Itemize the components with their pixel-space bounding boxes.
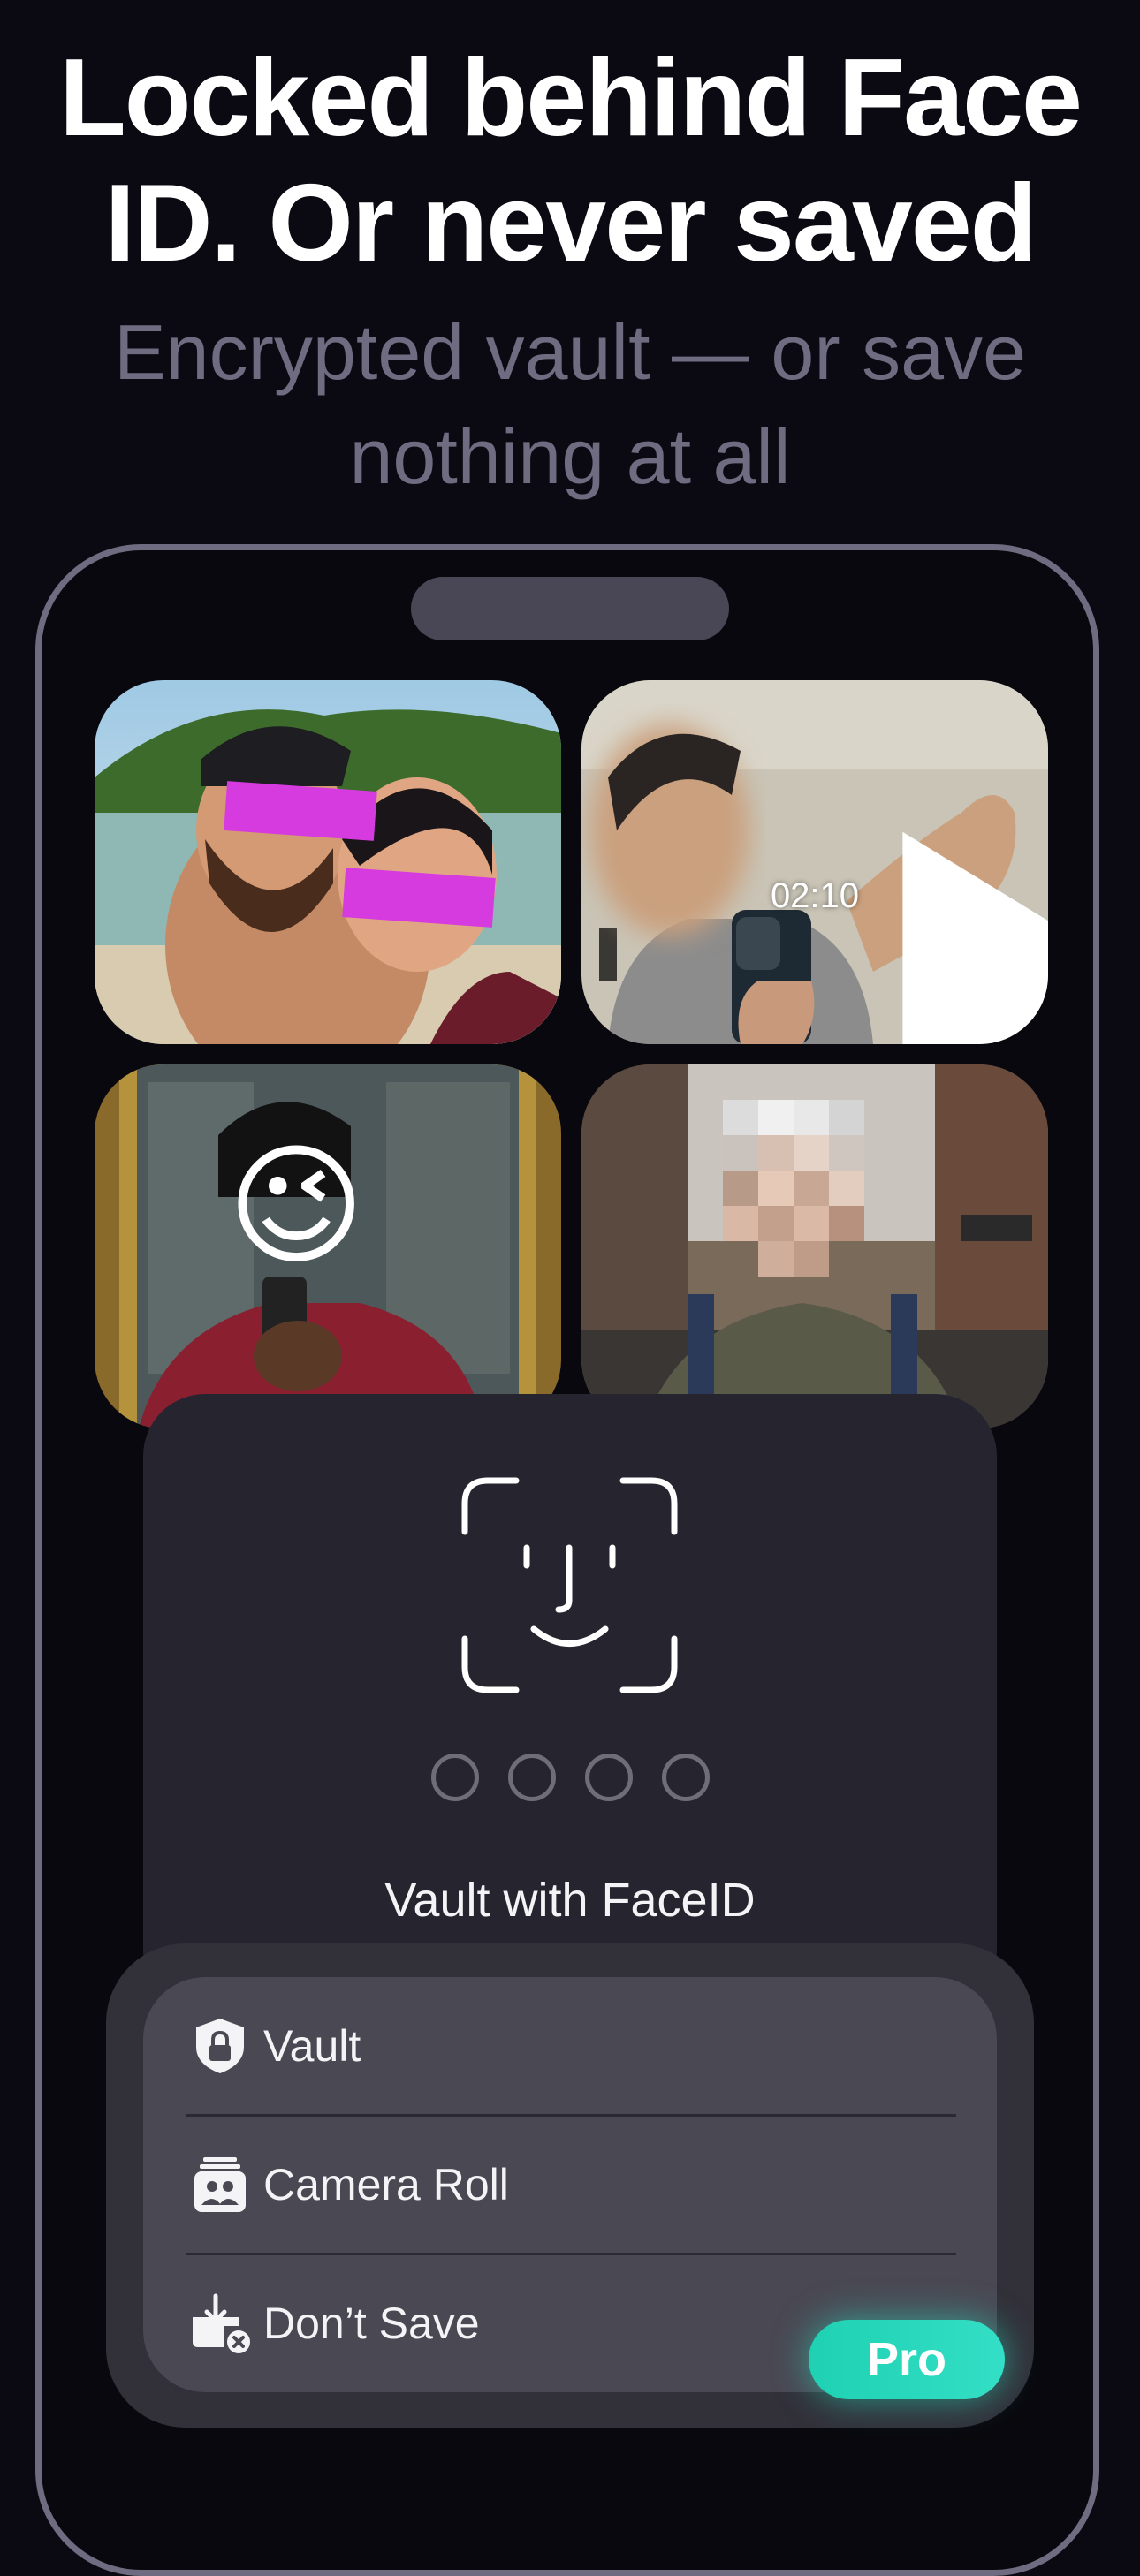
pro-badge[interactable]: Pro <box>809 2320 1005 2399</box>
subheadline: Encrypted vault — or save nothing at all <box>53 300 1087 509</box>
passcode-dots <box>431 1754 710 1807</box>
menu-item-label: Vault <box>263 2021 361 2071</box>
passcode-dot <box>585 1754 633 1801</box>
shield-lock-icon <box>196 2019 244 2073</box>
headline-line-1: Locked behind Face <box>58 37 1083 159</box>
photo-tile-street[interactable] <box>581 1064 1048 1428</box>
menu-item-vault[interactable]: Vault <box>143 1977 997 2115</box>
faceid-icon <box>461 1477 678 1693</box>
headline: Locked behind Face ID. Or never saved <box>0 35 1140 286</box>
photo-tile-couple[interactable] <box>95 680 561 1044</box>
camera-roll-icon <box>194 2157 246 2212</box>
dont-save-icon <box>193 2293 250 2353</box>
video-tile-flex[interactable]: 02:10 <box>581 680 1048 1044</box>
passcode-dot <box>431 1754 479 1801</box>
dynamic-island <box>411 577 729 640</box>
vault-faceid-label: Vault with FaceID <box>384 1874 756 1927</box>
menu-item-label: Camera Roll <box>263 2160 509 2209</box>
play-icon[interactable] <box>795 804 1048 1044</box>
headline-line-2: ID. Or never saved <box>104 163 1037 284</box>
passcode-dot <box>662 1754 710 1801</box>
subheadline-line-2: nothing at all <box>349 413 791 500</box>
passcode-dot <box>508 1754 556 1801</box>
menu-item-label: Don’t Save <box>263 2299 480 2348</box>
wink-emoji: 😉 <box>227 1132 366 1280</box>
subheadline-line-1: Encrypted vault — or save <box>113 308 1027 396</box>
photo-tile-mirror[interactable]: 😉 <box>95 1064 561 1428</box>
video-duration: 02:10 <box>770 876 860 915</box>
menu-item-camera-roll[interactable]: Camera Roll <box>143 2116 997 2254</box>
